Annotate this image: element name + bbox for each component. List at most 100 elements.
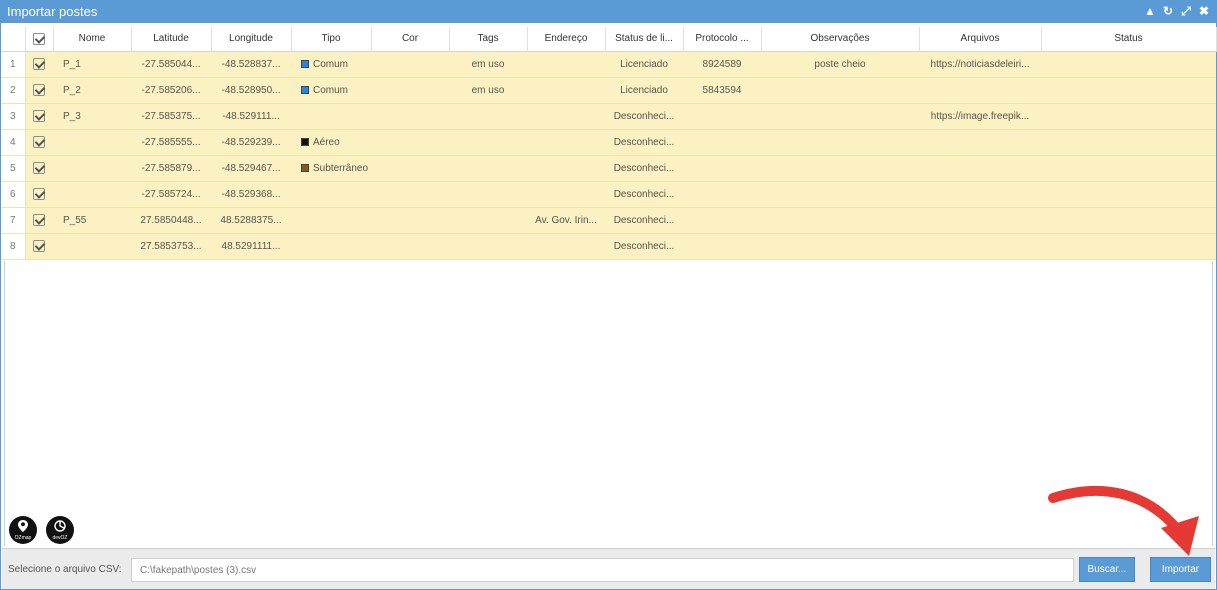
row-select-cell[interactable]	[25, 103, 53, 130]
cell-status[interactable]	[1041, 129, 1216, 156]
cell-arquivos[interactable]	[919, 155, 1041, 182]
cell-status-licenca[interactable]: Desconheci...	[605, 233, 683, 260]
cell-endereco[interactable]	[527, 181, 605, 208]
table-row[interactable]: 8 27.5853753... 48.5291111... Desconheci...	[1, 233, 1216, 260]
cell-status-licenca[interactable]: Desconheci...	[605, 129, 683, 156]
cell-nome[interactable]: P_55	[53, 207, 131, 234]
table-row[interactable]: 1 P_1 -27.585044... -48.528837... Comum em us…	[1, 51, 1216, 78]
header-latitude[interactable]: Latitude	[131, 27, 212, 52]
row-select-cell[interactable]	[25, 77, 53, 104]
collapse-icon[interactable]: ▲	[1144, 4, 1156, 19]
cell-status[interactable]	[1041, 103, 1216, 130]
cell-latitude[interactable]: 27.5850448...	[131, 207, 211, 234]
header-observacoes[interactable]: Observações	[761, 27, 920, 52]
header-select-all[interactable]	[25, 27, 54, 52]
cell-nome[interactable]	[53, 155, 131, 182]
cell-longitude[interactable]: -48.528950...	[211, 77, 291, 104]
cell-status-licenca[interactable]: Desconheci...	[605, 207, 683, 234]
header-arquivos[interactable]: Arquivos	[919, 27, 1042, 52]
cell-endereco[interactable]	[527, 129, 605, 156]
cell-tags[interactable]	[449, 207, 527, 234]
cell-tags[interactable]	[449, 155, 527, 182]
table-row[interactable]: 4 -27.585555... -48.529239... Aéreo Desconhe…	[1, 129, 1216, 156]
cell-tags[interactable]	[449, 181, 527, 208]
row-select-cell[interactable]	[25, 233, 53, 260]
cell-endereco[interactable]	[527, 103, 605, 130]
cell-longitude[interactable]: 48.5291111...	[211, 233, 291, 260]
cell-cor[interactable]	[371, 51, 449, 78]
row-checkbox[interactable]	[33, 162, 46, 174]
buscar-button[interactable]: Buscar...	[1079, 557, 1135, 582]
importar-button[interactable]: Importar	[1150, 557, 1211, 582]
header-endereco[interactable]: Endereço	[527, 27, 606, 52]
cell-latitude[interactable]: -27.585555...	[131, 129, 211, 156]
cell-protocolo[interactable]	[683, 207, 761, 234]
cell-arquivos[interactable]: https://noticiasdeleiri...	[919, 51, 1041, 78]
row-checkbox[interactable]	[33, 188, 46, 200]
cell-status[interactable]	[1041, 155, 1216, 182]
cell-longitude[interactable]: -48.529111...	[211, 103, 291, 130]
cell-endereco[interactable]	[527, 233, 605, 260]
cell-status[interactable]	[1041, 207, 1216, 234]
cell-tags[interactable]	[449, 233, 527, 260]
cell-arquivos[interactable]	[919, 129, 1041, 156]
cell-latitude[interactable]: -27.585879...	[131, 155, 211, 182]
cell-nome[interactable]	[53, 129, 131, 156]
header-tipo[interactable]: Tipo	[291, 27, 372, 52]
cell-latitude[interactable]: 27.5853753...	[131, 233, 211, 260]
cell-tipo[interactable]	[291, 233, 371, 260]
cell-status-licenca[interactable]: Desconheci...	[605, 181, 683, 208]
cell-cor[interactable]	[371, 207, 449, 234]
cell-longitude[interactable]: -48.529467...	[211, 155, 291, 182]
table-row[interactable]: 3 P_3 -27.585375... -48.529111... Desconheci…	[1, 103, 1216, 130]
cell-status-licenca[interactable]: Desconheci...	[605, 103, 683, 130]
cell-longitude[interactable]: -48.529368...	[211, 181, 291, 208]
cell-nome[interactable]: P_2	[53, 77, 131, 104]
cell-tags[interactable]	[449, 103, 527, 130]
maximize-icon[interactable]: ⤢	[1180, 4, 1192, 19]
cell-latitude[interactable]: -27.585375...	[131, 103, 211, 130]
header-protocolo[interactable]: Protocolo ...	[683, 27, 762, 52]
cell-status[interactable]	[1041, 77, 1216, 104]
cell-tags[interactable]	[449, 129, 527, 156]
cell-tags[interactable]: em uso	[449, 51, 527, 78]
cell-tipo[interactable]	[291, 103, 371, 130]
cell-tipo[interactable]: Aéreo	[291, 129, 371, 156]
csv-file-path-input[interactable]: C:\fakepath\postes (3).csv	[131, 558, 1074, 582]
table-row[interactable]: 2 P_2 -27.585206... -48.528950... Comum em us…	[1, 77, 1216, 104]
cell-observacoes[interactable]	[761, 103, 919, 130]
cell-longitude[interactable]: 48.5288375...	[211, 207, 291, 234]
cell-observacoes[interactable]	[761, 207, 919, 234]
cell-status[interactable]	[1041, 181, 1216, 208]
header-status-licenca[interactable]: Status de li...	[605, 27, 684, 52]
cell-tipo[interactable]	[291, 207, 371, 234]
cell-nome[interactable]: P_1	[53, 51, 131, 78]
cell-longitude[interactable]: -48.528837...	[211, 51, 291, 78]
cell-cor[interactable]	[371, 129, 449, 156]
cell-observacoes[interactable]	[761, 129, 919, 156]
cell-status-licenca[interactable]: Licenciado	[605, 51, 683, 78]
cell-tags[interactable]: em uso	[449, 77, 527, 104]
cell-status[interactable]	[1041, 233, 1216, 260]
cell-latitude[interactable]: -27.585044...	[131, 51, 211, 78]
cell-tipo[interactable]	[291, 181, 371, 208]
row-checkbox[interactable]	[33, 58, 46, 70]
cell-status-licenca[interactable]: Licenciado	[605, 77, 683, 104]
row-select-cell[interactable]	[25, 155, 53, 182]
cell-latitude[interactable]: -27.585206...	[131, 77, 211, 104]
table-row[interactable]: 6 -27.585724... -48.529368... Desconheci...	[1, 181, 1216, 208]
cell-protocolo[interactable]: 5843594	[683, 77, 761, 104]
cell-longitude[interactable]: -48.529239...	[211, 129, 291, 156]
cell-arquivos[interactable]	[919, 181, 1041, 208]
cell-cor[interactable]	[371, 233, 449, 260]
row-select-cell[interactable]	[25, 181, 53, 208]
cell-endereco[interactable]: Av. Gov. Irin...	[527, 207, 605, 234]
header-cor[interactable]: Cor	[371, 27, 450, 52]
cell-status-licenca[interactable]: Desconheci...	[605, 155, 683, 182]
refresh-icon[interactable]: ↻	[1162, 4, 1174, 19]
row-checkbox[interactable]	[33, 110, 46, 122]
row-checkbox[interactable]	[33, 84, 46, 96]
cell-tipo[interactable]: Subterrâneo	[291, 155, 371, 182]
cell-observacoes[interactable]	[761, 181, 919, 208]
cell-arquivos[interactable]	[919, 77, 1041, 104]
